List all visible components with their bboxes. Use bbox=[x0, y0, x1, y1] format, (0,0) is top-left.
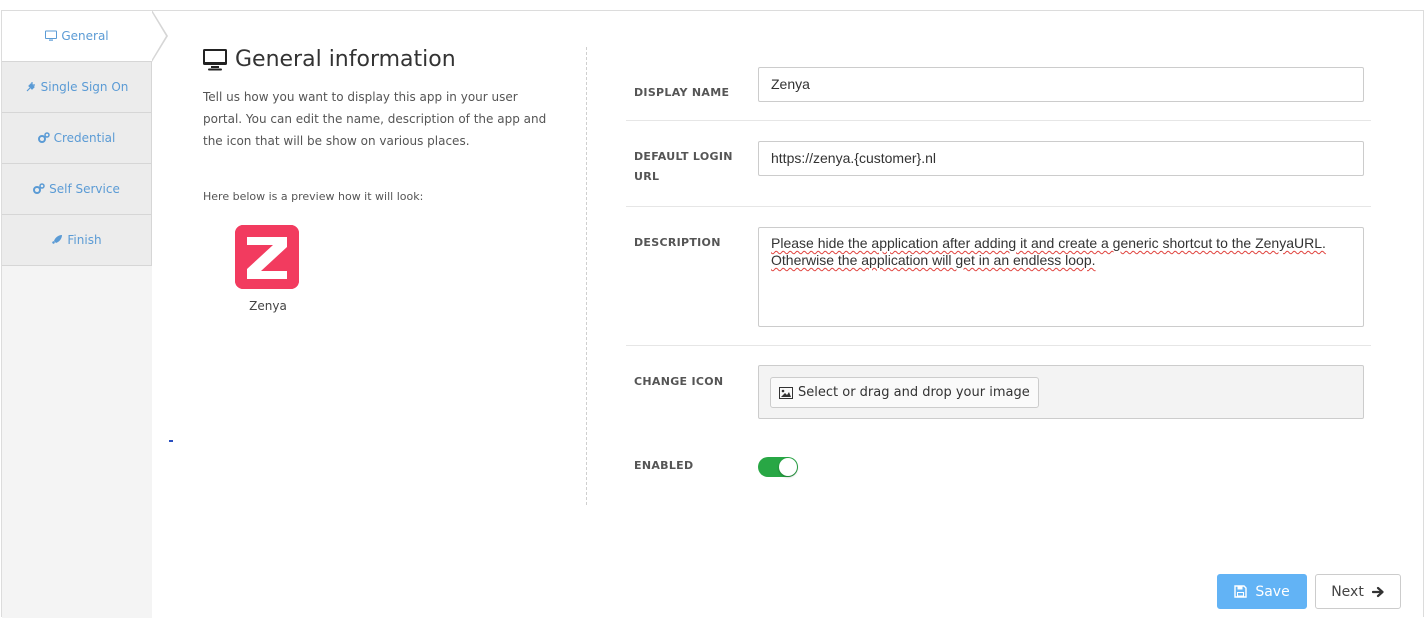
page-title: General information bbox=[203, 47, 563, 72]
login-url-input[interactable]: https://zenya.{customer}.nl bbox=[758, 141, 1364, 176]
description-line2: Otherwise the application will get in an… bbox=[771, 252, 1096, 268]
step-finish[interactable]: Finish bbox=[2, 215, 152, 266]
row-login-url: DEFAULT LOGIN URL https://zenya.{custome… bbox=[626, 121, 1371, 207]
panel-divider bbox=[586, 47, 587, 505]
step-single-sign-on[interactable]: Single Sign On bbox=[2, 62, 152, 113]
select-image-button[interactable]: Select or drag and drop your image bbox=[770, 377, 1039, 408]
app-name: Zenya bbox=[249, 299, 287, 313]
step-label: Single Sign On bbox=[40, 80, 129, 94]
step-label: Finish bbox=[67, 233, 102, 247]
floppy-disk-icon bbox=[1234, 585, 1248, 598]
cursor-mark bbox=[169, 440, 173, 442]
row-description: DESCRIPTION Please hide the application … bbox=[626, 207, 1371, 346]
step-label: Credential bbox=[53, 131, 116, 145]
step-self-service[interactable]: Self Service bbox=[2, 164, 152, 215]
app-preview: Zenya bbox=[235, 225, 301, 313]
cogs-icon bbox=[33, 183, 45, 194]
description-label: DESCRIPTION bbox=[634, 236, 721, 249]
step-general[interactable]: General bbox=[2, 10, 168, 62]
toggle-knob bbox=[779, 458, 797, 476]
wizard-sidebar: General Single Sign On Credential Self S… bbox=[2, 10, 168, 618]
next-button[interactable]: Next bbox=[1315, 574, 1401, 609]
description-line1: Please hide the application after adding… bbox=[771, 235, 1326, 251]
step-label: General bbox=[61, 29, 109, 43]
preview-label: Here below is a preview how it will look… bbox=[203, 190, 424, 203]
save-button[interactable]: Save bbox=[1217, 574, 1307, 609]
zenya-logo-icon bbox=[235, 225, 299, 289]
cogs-icon bbox=[37, 132, 50, 143]
page-title-text: General information bbox=[235, 47, 456, 72]
image-dropzone[interactable]: Select or drag and drop your image bbox=[758, 365, 1364, 419]
select-image-label: Select or drag and drop your image bbox=[798, 385, 1030, 400]
row-enabled: ENABLED bbox=[626, 438, 1371, 498]
monitor-icon bbox=[45, 30, 58, 41]
arrow-right-icon bbox=[1371, 586, 1384, 597]
wizard-steps: General Single Sign On Credential Self S… bbox=[2, 10, 168, 266]
info-panel: General information Tell us how you want… bbox=[203, 47, 563, 313]
row-change-icon: CHANGE ICON Select or drag and drop your… bbox=[626, 346, 1371, 438]
change-icon-label: CHANGE ICON bbox=[634, 375, 724, 388]
login-url-label-line2: URL bbox=[634, 170, 660, 183]
plug-icon bbox=[26, 82, 35, 92]
monitor-icon bbox=[203, 48, 227, 70]
wizard-frame: General Single Sign On Credential Self S… bbox=[1, 10, 1424, 618]
login-url-label-line1: DEFAULT LOGIN bbox=[634, 150, 733, 163]
step-label: Self Service bbox=[49, 182, 120, 196]
display-name-input[interactable]: Zenya bbox=[758, 67, 1364, 102]
general-form: DISPLAY NAME Zenya DEFAULT LOGIN URL htt… bbox=[626, 47, 1371, 498]
info-description: Tell us how you want to display this app… bbox=[203, 90, 547, 148]
description-textarea[interactable]: Please hide the application after adding… bbox=[758, 227, 1364, 327]
step-credential[interactable]: Credential bbox=[2, 113, 152, 164]
display-name-label: DISPLAY NAME bbox=[634, 86, 730, 99]
image-icon bbox=[779, 386, 793, 399]
active-step-arrow bbox=[151, 10, 168, 62]
next-label: Next bbox=[1331, 583, 1364, 600]
enabled-toggle[interactable] bbox=[758, 457, 798, 477]
enabled-label: ENABLED bbox=[634, 459, 694, 472]
rocket-icon bbox=[52, 235, 63, 244]
save-label: Save bbox=[1255, 583, 1290, 600]
row-display-name: DISPLAY NAME Zenya bbox=[626, 47, 1371, 121]
